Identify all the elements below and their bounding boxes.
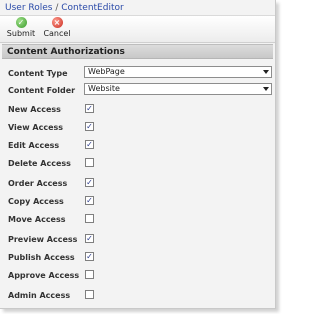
- delete-access-checkbox[interactable]: [85, 158, 94, 167]
- chevron-down-icon: [263, 70, 269, 74]
- content-folder-label: Content Folder: [8, 86, 76, 95]
- toolbar: ✓ Submit × Cancel: [0, 15, 275, 43]
- access-label: Publish Access: [8, 253, 75, 262]
- role-editor-panel: User Roles / ContentEditor ✓ Submit × Ca…: [0, 0, 276, 309]
- access-row-move: Move Access: [8, 212, 270, 228]
- access-row-admin: Admin Access: [8, 288, 270, 304]
- access-row-approve: Approve Access: [8, 268, 270, 284]
- access-row-copy: Copy Access ✓: [8, 194, 270, 210]
- view-access-checkbox[interactable]: ✓: [85, 122, 94, 131]
- access-row-order: Order Access ✓: [8, 176, 270, 192]
- cancel-button[interactable]: × Cancel: [40, 17, 74, 38]
- access-label: View Access: [8, 123, 64, 132]
- check-circle-icon: ✓: [15, 17, 27, 28]
- access-label: Approve Access: [8, 271, 80, 280]
- content-type-value: WebPage: [88, 67, 125, 76]
- edit-access-checkbox[interactable]: ✓: [85, 140, 94, 149]
- content-type-select[interactable]: WebPage: [84, 66, 272, 78]
- admin-access-checkbox[interactable]: [85, 290, 94, 299]
- access-label: Edit Access: [8, 141, 60, 150]
- access-label: New Access: [8, 105, 61, 114]
- content-folder-select[interactable]: Website: [84, 83, 272, 95]
- access-label: Move Access: [8, 215, 66, 224]
- section-header-content-authorizations: Content Authorizations: [2, 44, 273, 59]
- move-access-checkbox[interactable]: [85, 214, 94, 223]
- content-folder-row: Content Folder Website: [8, 83, 272, 99]
- access-label: Admin Access: [8, 291, 71, 300]
- submit-button[interactable]: ✓ Submit: [4, 17, 38, 38]
- submit-label: Submit: [6, 29, 36, 38]
- access-row-view: View Access ✓: [8, 120, 270, 136]
- content-type-row: Content Type WebPage: [8, 66, 272, 82]
- content-type-label: Content Type: [8, 69, 68, 78]
- cancel-label: Cancel: [43, 29, 71, 38]
- approve-access-checkbox[interactable]: [85, 270, 94, 279]
- content-folder-value: Website: [88, 84, 120, 93]
- access-label: Order Access: [8, 179, 68, 188]
- access-label: Copy Access: [8, 197, 64, 206]
- access-label: Delete Access: [8, 159, 71, 168]
- access-label: Preview Access: [8, 235, 78, 244]
- breadcrumb: User Roles / ContentEditor: [5, 3, 124, 13]
- breadcrumb-separator: /: [55, 3, 59, 13]
- access-row-new: New Access ✓: [8, 102, 270, 118]
- access-row-preview: Preview Access ✓: [8, 232, 270, 248]
- chevron-down-icon: [263, 87, 269, 91]
- x-circle-icon: ×: [51, 17, 63, 28]
- breadcrumb-current[interactable]: ContentEditor: [61, 3, 123, 13]
- breadcrumb-user-roles-link[interactable]: User Roles: [5, 3, 52, 13]
- preview-access-checkbox[interactable]: ✓: [85, 234, 94, 243]
- publish-access-checkbox[interactable]: ✓: [85, 252, 94, 261]
- access-row-publish: Publish Access ✓: [8, 250, 270, 266]
- copy-access-checkbox[interactable]: ✓: [85, 196, 94, 205]
- access-row-edit: Edit Access ✓: [8, 138, 270, 154]
- new-access-checkbox[interactable]: ✓: [85, 104, 94, 113]
- access-row-delete: Delete Access: [8, 156, 270, 172]
- order-access-checkbox[interactable]: ✓: [85, 178, 94, 187]
